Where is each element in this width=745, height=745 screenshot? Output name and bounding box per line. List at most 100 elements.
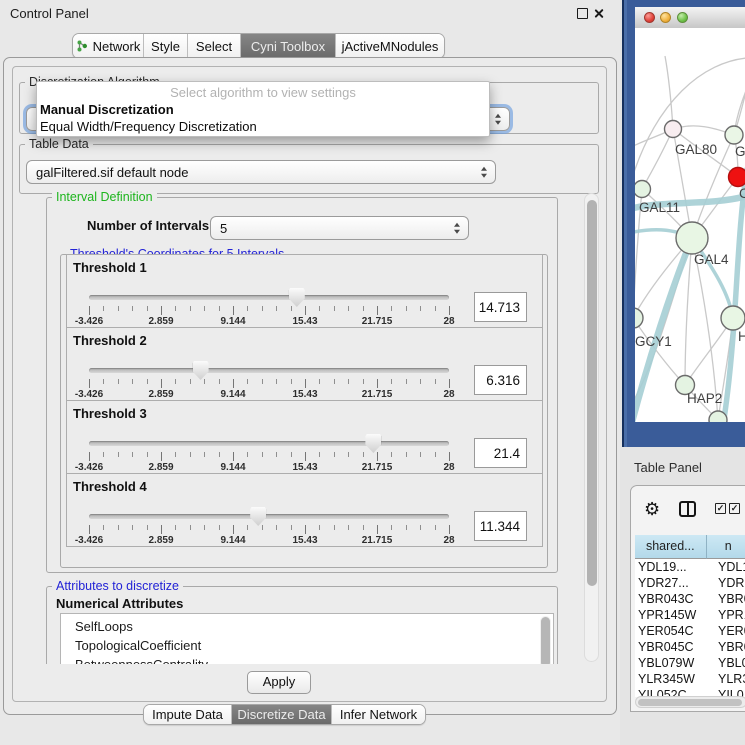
- tick-mark: [161, 452, 162, 461]
- tick-mark: [334, 452, 335, 457]
- tick-mark: [348, 525, 349, 530]
- table-row[interactable]: YPR145WYPR1: [635, 607, 745, 623]
- tick-mark: [175, 379, 176, 384]
- tick-mark: [391, 379, 392, 384]
- tab-discretize-data[interactable]: Discretize Data: [232, 705, 332, 724]
- network-node-c[interactable]: [729, 168, 745, 187]
- network-node-gal11[interactable]: [635, 181, 651, 198]
- slider-track[interactable]: [89, 441, 449, 446]
- tick-mark: [190, 452, 191, 457]
- scale-label: 9.144: [220, 535, 245, 546]
- number-of-intervals-combobox[interactable]: 5: [210, 216, 469, 240]
- table-cell: YER0: [709, 623, 745, 639]
- network-canvas[interactable]: GAL80GACGAL11GAL4GCY1HHAP2: [635, 28, 745, 422]
- tick-mark: [305, 379, 306, 388]
- network-node-h[interactable]: [721, 306, 745, 330]
- checkbox-icon[interactable]: ✓: [715, 503, 726, 514]
- settings-vertical-scrollbar[interactable]: [584, 193, 599, 662]
- tab-label: Infer Network: [340, 707, 417, 722]
- table-row[interactable]: YDL19...YDL1: [635, 559, 745, 575]
- slider-thumb[interactable]: [250, 507, 266, 526]
- network-window-titlebar[interactable]: [635, 7, 745, 29]
- table-row[interactable]: YDR27...YDR2: [635, 575, 745, 591]
- tick-mark: [190, 379, 191, 384]
- slider-track[interactable]: [89, 514, 449, 519]
- tab-cyni-toolbox[interactable]: Cyni Toolbox: [241, 34, 336, 58]
- node-label: GAL11: [639, 200, 680, 215]
- numerical-attributes-list[interactable]: SelfLoopsTopologicalCoefficientBetweenne…: [60, 613, 554, 664]
- tick-mark: [391, 306, 392, 311]
- table-horizontal-scrollbar[interactable]: [635, 696, 745, 708]
- scale-label: 28: [443, 535, 454, 546]
- threshold-value-field[interactable]: 11.344: [474, 511, 527, 541]
- dropdown-item[interactable]: Equal Width/Frequency Discretization: [37, 119, 489, 136]
- settings-scroll-viewport: Interval Definition Number of Intervals …: [14, 191, 581, 664]
- slider-thumb[interactable]: [365, 434, 381, 453]
- table-header-row: shared...n: [635, 535, 745, 559]
- network-node[interactable]: [709, 411, 727, 422]
- node-attribute-table[interactable]: shared...n YDL19...YDL1YDR27...YDR2YBR04…: [635, 535, 745, 697]
- table-row[interactable]: YBR045CYBR0: [635, 639, 745, 655]
- table-data-combobox[interactable]: galFiltered.sif default node: [26, 160, 496, 184]
- table-toolbar: ⚙ ✓ ✓: [631, 498, 745, 524]
- tick-mark: [262, 525, 263, 530]
- network-edge[interactable]: [665, 56, 673, 129]
- tab-label: Select: [196, 39, 232, 54]
- table-row[interactable]: YBR043CYBR0: [635, 591, 745, 607]
- tick-mark: [348, 306, 349, 311]
- network-node-gcy1[interactable]: [635, 308, 643, 328]
- gear-icon[interactable]: ⚙: [644, 499, 660, 519]
- network-edge[interactable]: [635, 58, 745, 188]
- tick-mark: [118, 379, 119, 384]
- list-item[interactable]: TopologicalCoefficient: [75, 636, 553, 655]
- network-node-gal80[interactable]: [665, 121, 682, 138]
- slider-thumb[interactable]: [193, 361, 209, 380]
- close-icon[interactable]: [593, 8, 604, 19]
- network-node-gal4[interactable]: [676, 222, 708, 254]
- column-header[interactable]: shared...: [635, 535, 707, 559]
- tick-mark: [420, 306, 421, 311]
- tick-mark: [204, 306, 205, 311]
- table-cell: YBL079W: [635, 655, 709, 671]
- close-window-icon[interactable]: [644, 12, 655, 23]
- list-item[interactable]: BetweennessCentrality: [75, 655, 553, 664]
- dropdown-item[interactable]: Manual Discretization: [37, 102, 489, 119]
- tab-impute-data[interactable]: Impute Data: [144, 705, 232, 724]
- list-scrollbar[interactable]: [540, 616, 551, 664]
- threshold-value-field[interactable]: 6.316: [474, 365, 527, 395]
- tab-infer-network[interactable]: Infer Network: [332, 705, 425, 724]
- tick-mark: [420, 452, 421, 457]
- list-item[interactable]: SelfLoops: [75, 617, 553, 636]
- table-row[interactable]: YER054CYER0: [635, 623, 745, 639]
- table-row[interactable]: YBL079WYBL0: [635, 655, 745, 671]
- tick-mark: [247, 525, 248, 530]
- zoom-window-icon[interactable]: [677, 12, 688, 23]
- network-node-ga[interactable]: [725, 126, 743, 144]
- slider-track[interactable]: [89, 368, 449, 373]
- checkbox-icon[interactable]: ✓: [729, 503, 740, 514]
- tick-mark: [147, 379, 148, 384]
- tab-style[interactable]: Style: [144, 34, 188, 58]
- split-columns-icon[interactable]: [679, 501, 696, 517]
- column-header[interactable]: n: [707, 535, 745, 559]
- slider-track[interactable]: [89, 295, 449, 300]
- tick-mark: [435, 379, 436, 384]
- tick-mark: [161, 379, 162, 388]
- threshold-label: Threshold 2: [73, 333, 147, 348]
- tab-label: jActiveMNodules: [342, 39, 439, 54]
- tick-mark: [175, 306, 176, 311]
- node-label: C: [739, 186, 745, 201]
- slider-thumb[interactable]: [289, 288, 305, 307]
- float-panel-icon[interactable]: [577, 8, 588, 19]
- table-row[interactable]: YLR345WYLR3: [635, 671, 745, 687]
- threshold-value-field[interactable]: 14.713: [474, 292, 527, 322]
- apply-button[interactable]: Apply: [247, 671, 311, 694]
- tab-network[interactable]: Network: [73, 34, 144, 58]
- tab-jactivemnodules[interactable]: jActiveMNodules: [336, 34, 444, 58]
- tick-mark: [233, 525, 234, 534]
- threshold-value-field[interactable]: 21.4: [474, 438, 527, 468]
- tab-label: Impute Data: [152, 707, 223, 722]
- network-edge[interactable]: [642, 129, 673, 189]
- tab-select[interactable]: Select: [188, 34, 241, 58]
- minimize-window-icon[interactable]: [660, 12, 671, 23]
